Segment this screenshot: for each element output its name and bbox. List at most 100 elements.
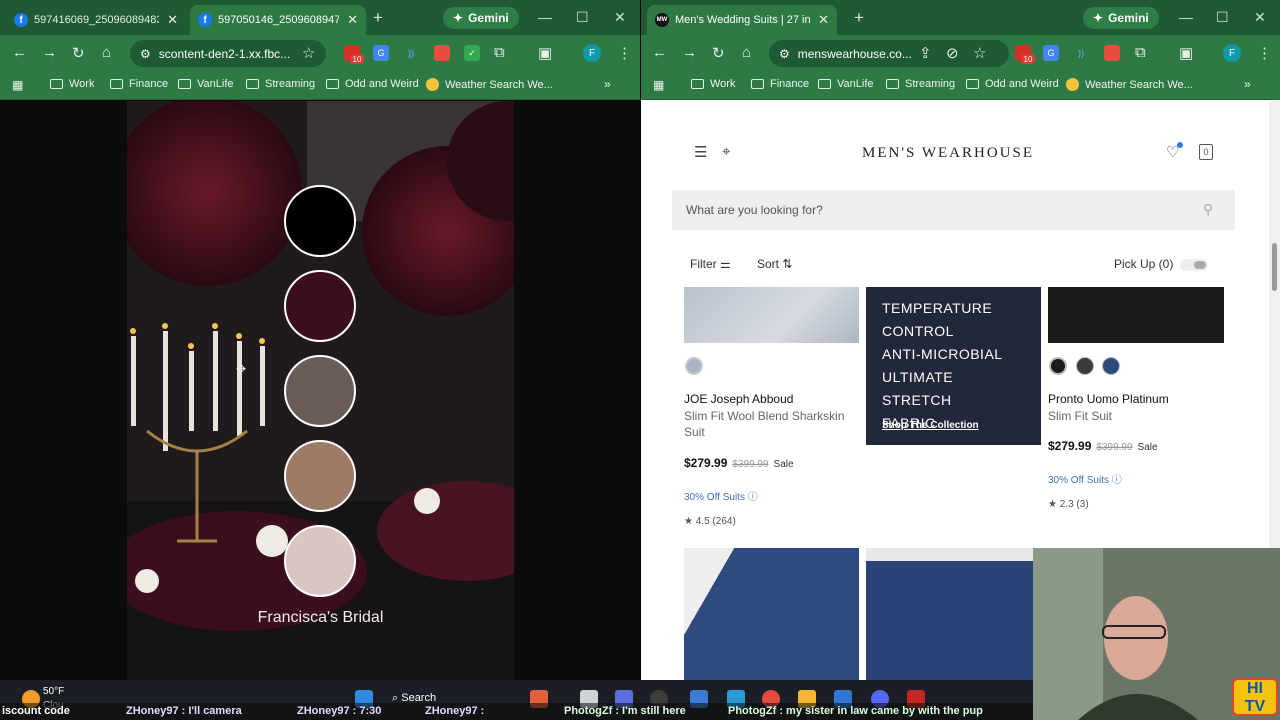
bookmark-streaming[interactable]: Streaming [886, 78, 955, 90]
extension-icon[interactable]: )) [403, 45, 419, 61]
color-swatch-option[interactable] [685, 357, 703, 375]
scrollbar-thumb[interactable] [1272, 243, 1277, 291]
folder-icon [178, 79, 191, 89]
maximize-icon[interactable]: ☐ [576, 9, 589, 26]
back-icon[interactable]: ← [12, 44, 27, 61]
apps-grid-icon[interactable]: ▦ [12, 78, 23, 92]
info-icon[interactable]: ⓘ [1112, 475, 1122, 486]
bookmark-star-icon[interactable]: ☆ [302, 44, 315, 62]
translate-icon[interactable]: G [1043, 45, 1059, 61]
sort-button[interactable]: Sort ⇅ [757, 257, 792, 271]
close-window-icon[interactable]: ✕ [1254, 9, 1266, 26]
filter-button[interactable]: Filter ⚌ [690, 257, 731, 271]
gemini-button[interactable]: ✦ Gemini [1083, 7, 1159, 29]
tab-mens-wearhouse[interactable]: MW Men's Wedding Suits | 27 in Sto… ✕ [647, 5, 837, 35]
tab-title: 597050146_25096089476… [218, 14, 340, 26]
product-image[interactable] [1048, 287, 1224, 343]
shop-collection-link[interactable]: Shop The Collection [882, 420, 979, 431]
shield-icon[interactable]: ✓ [464, 45, 480, 61]
minimize-icon[interactable]: — [1179, 9, 1193, 25]
close-tab-icon[interactable]: ✕ [818, 12, 829, 28]
product-brand[interactable]: JOE Joseph Abboud [684, 392, 793, 406]
pickup-toggle[interactable] [1180, 259, 1208, 271]
promo-offer-link[interactable]: 30% Off Suits ⓘ [684, 488, 758, 503]
tab-strip: f 597416069_25096089483… ✕ f 597050146_2… [0, 0, 640, 35]
color-swatch-option[interactable] [1102, 357, 1120, 375]
reload-icon[interactable]: ↻ [712, 44, 725, 62]
extension-icon[interactable] [1104, 45, 1120, 61]
info-icon[interactable]: ⓘ [748, 492, 758, 503]
bookmark-label: Weather Search We... [1085, 78, 1193, 91]
minimize-icon[interactable]: — [538, 9, 552, 25]
extension-icon[interactable] [434, 45, 450, 61]
translate-icon[interactable]: G [373, 45, 389, 61]
store-locator-icon[interactable]: ⌖ [722, 143, 730, 160]
hamburger-menu-icon[interactable]: ☰ [694, 143, 707, 161]
extension-icon[interactable]: )) [1073, 45, 1089, 61]
close-tab-icon[interactable]: ✕ [167, 12, 178, 28]
image-caption: Francisca's Bridal [257, 609, 384, 626]
hide-eye-icon[interactable]: ⊘ [946, 44, 959, 62]
new-tab-icon[interactable]: + [373, 8, 383, 28]
address-bar[interactable]: ⚙ scontent-den2-1.xx.fbc... [130, 40, 326, 67]
close-tab-icon[interactable]: ✕ [347, 12, 358, 28]
bookmark-vanlife[interactable]: VanLife [818, 78, 874, 90]
bookmark-odd-and-weird[interactable]: Odd and Weird [326, 78, 419, 90]
extensions-puzzle-icon[interactable]: ⧉ [494, 44, 505, 61]
color-swatch-option[interactable] [1076, 357, 1094, 375]
gemini-button[interactable]: ✦ Gemini [443, 7, 519, 29]
more-bookmarks-icon[interactable]: » [1244, 77, 1251, 91]
site-info-icon[interactable]: ⚙ [779, 47, 790, 61]
more-bookmarks-icon[interactable]: » [604, 77, 611, 91]
color-swatch-option[interactable] [1049, 357, 1067, 375]
close-window-icon[interactable]: ✕ [614, 9, 626, 26]
bookmark-weather[interactable]: Weather Search We... [426, 78, 553, 91]
folder-icon [751, 79, 764, 89]
promo-banner[interactable]: TEMPERATURE CONTROL ANTI-MICROBIAL ULTIM… [866, 287, 1041, 445]
bookmark-odd-and-weird[interactable]: Odd and Weird [966, 78, 1059, 90]
menu-icon[interactable]: ⋮ [1257, 44, 1272, 62]
new-tab-icon[interactable]: + [854, 8, 864, 28]
bookmark-star-icon[interactable]: ☆ [973, 44, 986, 62]
search-icon[interactable]: ⚲ [1203, 201, 1213, 218]
product-brand[interactable]: Pronto Uomo Platinum [1048, 392, 1169, 406]
back-icon[interactable]: ← [652, 44, 667, 61]
bookmark-vanlife[interactable]: VanLife [178, 78, 234, 90]
product-image[interactable] [684, 287, 859, 343]
bookmark-streaming[interactable]: Streaming [246, 78, 315, 90]
extensions-puzzle-icon[interactable]: ⧉ [1135, 44, 1146, 61]
tab-search-icon[interactable]: ▣ [538, 44, 552, 62]
tab-search-icon[interactable]: ▣ [1179, 44, 1193, 62]
rating-text: 4.5 (264) [695, 516, 736, 527]
bookmark-finance[interactable]: Finance [751, 78, 809, 90]
menu-icon[interactable]: ⋮ [617, 44, 632, 62]
bookmark-finance[interactable]: Finance [110, 78, 168, 90]
forward-icon[interactable]: → [42, 44, 57, 61]
bookmark-work[interactable]: Work [50, 78, 94, 90]
product-image[interactable] [684, 548, 859, 680]
tab-1[interactable]: f 597416069_25096089483… ✕ [6, 5, 186, 35]
profile-avatar[interactable]: F [1223, 44, 1241, 62]
bookmark-work[interactable]: Work [691, 78, 735, 90]
product-name[interactable]: Slim Fit Wool Blend Sharkskin Suit [684, 408, 849, 440]
product-image[interactable] [866, 548, 1041, 680]
install-app-icon[interactable]: ⇪ [919, 44, 932, 62]
home-icon[interactable]: ⌂ [742, 44, 751, 61]
tab-2[interactable]: f 597050146_25096089476… ✕ [190, 5, 366, 35]
shopping-bag-icon[interactable]: 0 [1199, 144, 1213, 160]
home-icon[interactable]: ⌂ [102, 44, 111, 61]
toolbar: ← → ↻ ⌂ ⚙ scontent-den2-1.xx.fbc... ☆ 10 … [0, 35, 640, 71]
bookmark-weather[interactable]: Weather Search We... [1066, 78, 1193, 91]
site-search-input[interactable]: What are you looking for? [672, 190, 1235, 230]
apps-grid-icon[interactable]: ▦ [653, 78, 664, 92]
profile-avatar[interactable]: F [583, 44, 601, 62]
promo-offer-link[interactable]: 30% Off Suits ⓘ [1048, 471, 1122, 486]
site-info-icon[interactable]: ⚙ [140, 47, 151, 61]
reload-icon[interactable]: ↻ [72, 44, 85, 62]
site-logo[interactable]: MEN'S WEARHOUSE [862, 145, 1034, 162]
product-name[interactable]: Slim Fit Suit [1048, 408, 1112, 424]
maximize-icon[interactable]: ☐ [1216, 9, 1229, 26]
url-text: scontent-den2-1.xx.fbc... [158, 46, 291, 61]
color-swatch [284, 270, 356, 342]
forward-icon[interactable]: → [682, 44, 697, 61]
